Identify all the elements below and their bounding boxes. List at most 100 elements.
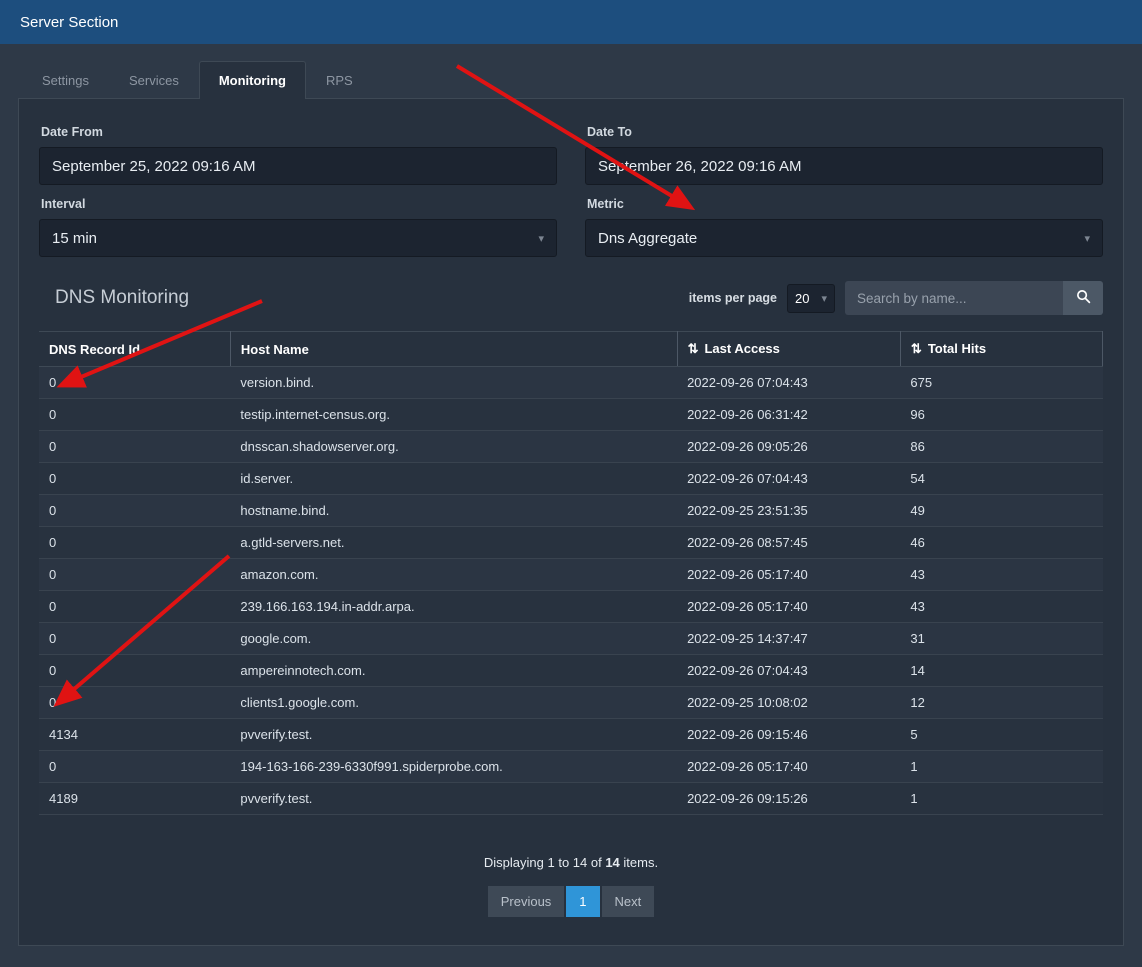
table-cell: 2022-09-26 09:15:46 — [677, 719, 900, 751]
table-cell: 12 — [900, 687, 1102, 719]
table-cell: 239.166.163.194.in-addr.arpa. — [230, 591, 677, 623]
table-row: 0a.gtld-servers.net.2022-09-26 08:57:454… — [39, 527, 1103, 559]
dns-table-head: DNS Record IdHost Name⇅Last Access⇅Total… — [39, 332, 1103, 367]
tab-settings[interactable]: Settings — [22, 61, 109, 99]
table-cell: 2022-09-26 07:04:43 — [677, 655, 900, 687]
summary-suffix: items. — [623, 855, 658, 870]
search-icon — [1076, 289, 1091, 307]
table-header-bar: DNS Monitoring items per page 20 ▾ — [39, 281, 1103, 315]
table-row: 0id.server.2022-09-26 07:04:4354 — [39, 463, 1103, 495]
search-input[interactable] — [845, 281, 1063, 315]
monitoring-panel: Date From Date To Interval 15 min ▾ Metr… — [18, 98, 1124, 946]
table-cell: 2022-09-26 05:17:40 — [677, 591, 900, 623]
table-cell: 4189 — [39, 783, 230, 815]
chevron-down-icon: ▾ — [1084, 232, 1090, 245]
table-cell: 0 — [39, 431, 230, 463]
summary-count: 14 — [605, 855, 619, 870]
previous-page-button[interactable]: Previous — [488, 886, 565, 917]
page-1-button[interactable]: 1 — [566, 886, 599, 917]
dns-table: DNS Record IdHost Name⇅Last Access⇅Total… — [39, 331, 1103, 815]
table-cell: 0 — [39, 623, 230, 655]
interval-field: Interval 15 min ▾ — [39, 185, 557, 257]
table-cell: 1 — [900, 783, 1102, 815]
table-cell: 0 — [39, 751, 230, 783]
metric-select[interactable]: Dns Aggregate ▾ — [585, 219, 1103, 257]
table-cell: 43 — [900, 559, 1102, 591]
table-cell: 675 — [900, 367, 1102, 399]
table-cell: pvverify.test. — [230, 783, 677, 815]
section-title: DNS Monitoring — [55, 287, 189, 309]
table-cell: 43 — [900, 591, 1102, 623]
table-cell: 0 — [39, 399, 230, 431]
table-cell: 49 — [900, 495, 1102, 527]
table-cell: 0 — [39, 495, 230, 527]
table-row: 0google.com.2022-09-25 14:37:4731 — [39, 623, 1103, 655]
column-header[interactable]: ⇅Last Access — [677, 332, 900, 367]
table-cell: 2022-09-26 09:05:26 — [677, 431, 900, 463]
table-cell: 0 — [39, 655, 230, 687]
table-cell: 2022-09-26 08:57:45 — [677, 527, 900, 559]
table-cell: pvverify.test. — [230, 719, 677, 751]
column-header[interactable]: ⇅Total Hits — [900, 332, 1102, 367]
table-cell: google.com. — [230, 623, 677, 655]
table-cell: a.gtld-servers.net. — [230, 527, 677, 559]
search-button[interactable] — [1063, 281, 1103, 315]
display-summary: Displaying 1 to 14 of 14 items. — [39, 855, 1103, 870]
table-cell: 2022-09-26 09:15:26 — [677, 783, 900, 815]
table-cell: 0 — [39, 559, 230, 591]
table-row: 0194-163-166-239-6330f991.spiderprobe.co… — [39, 751, 1103, 783]
table-cell: clients1.google.com. — [230, 687, 677, 719]
table-cell: 0 — [39, 591, 230, 623]
table-cell: 0 — [39, 463, 230, 495]
table-cell: 2022-09-26 07:04:43 — [677, 367, 900, 399]
metric-field: Metric Dns Aggregate ▾ — [585, 185, 1103, 257]
metric-value: Dns Aggregate — [598, 230, 697, 247]
interval-select[interactable]: 15 min ▾ — [39, 219, 557, 257]
tab-services[interactable]: Services — [109, 61, 199, 99]
items-per-page-select[interactable]: 20 ▾ — [787, 284, 835, 313]
table-row: 0clients1.google.com.2022-09-25 10:08:02… — [39, 687, 1103, 719]
table-cell: 14 — [900, 655, 1102, 687]
date-from-field: Date From — [39, 113, 557, 185]
table-cell: 2022-09-26 05:17:40 — [677, 751, 900, 783]
table-row: 4189pvverify.test.2022-09-26 09:15:261 — [39, 783, 1103, 815]
table-cell: 194-163-166-239-6330f991.spiderprobe.com… — [230, 751, 677, 783]
table-cell: dnsscan.shadowserver.org. — [230, 431, 677, 463]
table-cell: 2022-09-25 23:51:35 — [677, 495, 900, 527]
table-row: 0hostname.bind.2022-09-25 23:51:3549 — [39, 495, 1103, 527]
column-header: Host Name — [230, 332, 677, 367]
table-cell: 54 — [900, 463, 1102, 495]
interval-value: 15 min — [52, 230, 97, 247]
table-row: 0testip.internet-census.org.2022-09-26 0… — [39, 399, 1103, 431]
date-to-label: Date To — [587, 125, 1101, 139]
table-cell: 2022-09-26 05:17:40 — [677, 559, 900, 591]
next-page-button[interactable]: Next — [602, 886, 655, 917]
table-cell: 4134 — [39, 719, 230, 751]
table-cell: 5 — [900, 719, 1102, 751]
table-cell: 2022-09-25 14:37:47 — [677, 623, 900, 655]
table-cell: ampereinnotech.com. — [230, 655, 677, 687]
sort-icon: ⇅ — [688, 341, 699, 356]
table-cell: 96 — [900, 399, 1102, 431]
summary-prefix: Displaying 1 to 14 of — [484, 855, 602, 870]
header-row: DNS Record IdHost Name⇅Last Access⇅Total… — [39, 332, 1103, 367]
table-cell: version.bind. — [230, 367, 677, 399]
table-cell: amazon.com. — [230, 559, 677, 591]
tab-bar: SettingsServicesMonitoringRPS — [22, 61, 1124, 98]
table-cell: 46 — [900, 527, 1102, 559]
content-area: SettingsServicesMonitoringRPS Date From … — [0, 44, 1142, 946]
table-row: 0ampereinnotech.com.2022-09-26 07:04:431… — [39, 655, 1103, 687]
date-to-field: Date To — [585, 113, 1103, 185]
tab-rps[interactable]: RPS — [306, 61, 373, 99]
date-from-input[interactable] — [39, 147, 557, 185]
table-cell: hostname.bind. — [230, 495, 677, 527]
table-cell: testip.internet-census.org. — [230, 399, 677, 431]
table-toolbar: items per page 20 ▾ — [689, 281, 1103, 315]
table-cell: 31 — [900, 623, 1102, 655]
date-to-input[interactable] — [585, 147, 1103, 185]
table-cell: 1 — [900, 751, 1102, 783]
table-row: 0239.166.163.194.in-addr.arpa.2022-09-26… — [39, 591, 1103, 623]
tab-monitoring[interactable]: Monitoring — [199, 61, 306, 99]
pagination: Previous 1 Next — [39, 886, 1103, 917]
column-header: DNS Record Id — [39, 332, 230, 367]
